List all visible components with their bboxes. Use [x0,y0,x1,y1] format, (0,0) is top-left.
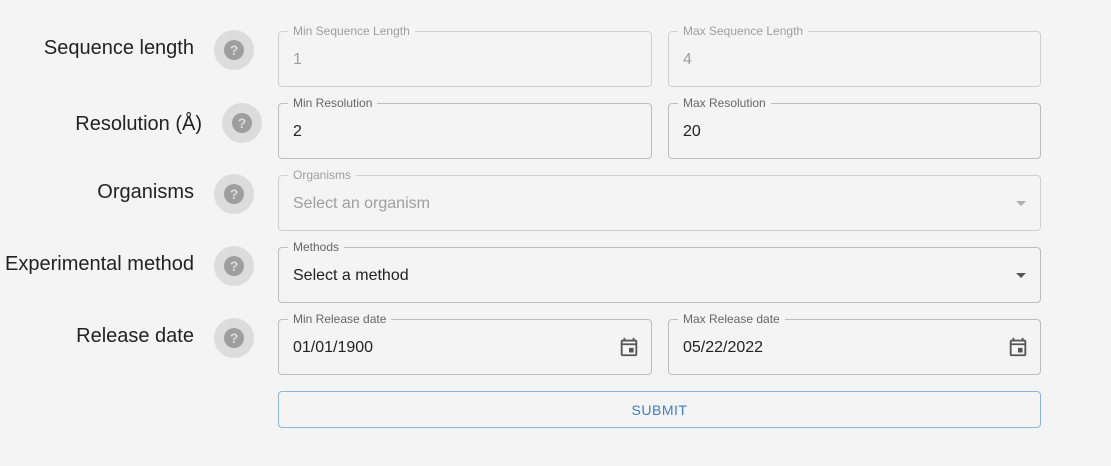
calendar-icon[interactable] [618,336,640,358]
chevron-down-icon [1016,273,1026,278]
experimental-method-label: Experimental method [5,253,194,275]
min-release-date-field[interactable]: Min Release date 01/01/1900 [278,312,652,375]
calendar-icon[interactable] [1007,336,1029,358]
methods-value: Select a method [293,267,409,284]
submit-button[interactable]: SUBMIT [278,391,1041,428]
max-release-date-value: 05/22/2022 [683,339,764,356]
min-release-date-value: 01/01/1900 [293,339,374,356]
sequence-length-label: Sequence length [43,37,194,59]
min-sequence-length-field[interactable]: Min Sequence Length 1 [278,24,652,87]
help-icon[interactable]: ? [214,30,254,70]
svg-text:?: ? [238,115,247,131]
max-sequence-length-value: 4 [683,51,692,68]
help-icon[interactable]: ? [214,174,254,214]
min-sequence-length-value: 1 [293,51,302,68]
chevron-down-icon [1016,201,1026,206]
min-resolution-value: 2 [293,123,302,140]
max-sequence-length-legend: Max Sequence Length [678,24,809,38]
help-icon[interactable]: ? [222,103,262,143]
question-mark-icon: ? [224,328,244,348]
max-resolution-value: 20 [683,123,701,140]
min-release-date-legend: Min Release date [288,312,392,326]
min-resolution-legend: Min Resolution [288,96,378,110]
organisms-placeholder: Select an organism [293,195,430,212]
question-mark-icon: ? [232,113,252,133]
max-sequence-length-field[interactable]: Max Sequence Length 4 [668,24,1041,87]
organisms-select[interactable]: Organisms Select an organism [278,168,1041,231]
question-mark-icon: ? [224,40,244,60]
question-mark-icon: ? [224,256,244,276]
methods-legend: Methods [288,240,345,254]
svg-text:?: ? [230,330,239,346]
release-date-label: Release date [76,325,194,347]
svg-text:?: ? [230,186,239,202]
svg-text:?: ? [230,42,239,58]
max-resolution-field[interactable]: Max Resolution 20 [668,96,1041,159]
max-release-date-field[interactable]: Max Release date 05/22/2022 [668,312,1041,375]
organisms-label: Organisms [97,181,194,203]
min-resolution-field[interactable]: Min Resolution 2 [278,96,652,159]
methods-select[interactable]: Methods Select a method [278,240,1041,303]
max-resolution-legend: Max Resolution [678,96,771,110]
svg-text:?: ? [230,258,239,274]
max-release-date-legend: Max Release date [678,312,785,326]
help-icon[interactable]: ? [214,318,254,358]
question-mark-icon: ? [224,184,244,204]
search-form: Sequence length ? Min Sequence Length 1 … [0,0,1111,466]
organisms-legend: Organisms [288,168,357,182]
help-icon[interactable]: ? [214,246,254,286]
min-sequence-length-legend: Min Sequence Length [288,24,415,38]
resolution-label: Resolution (Å) [75,113,202,135]
